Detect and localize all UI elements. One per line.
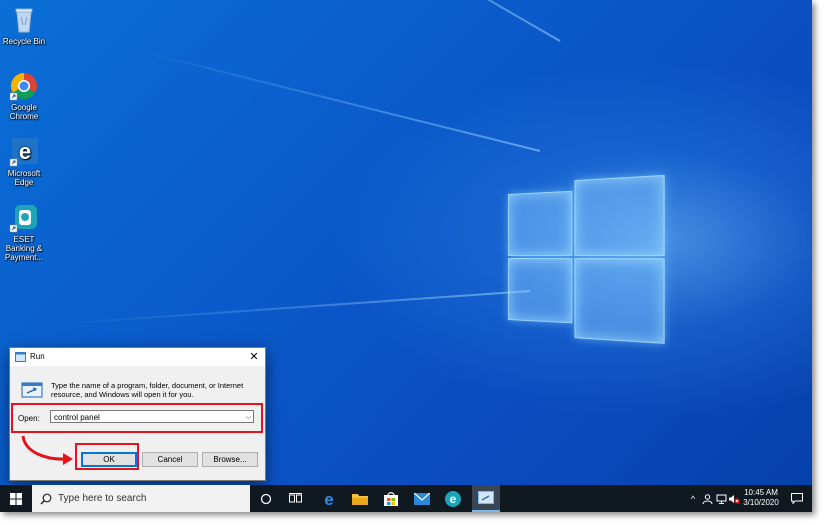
eset-banking-icon [9,203,39,233]
task-view-icon [288,493,302,503]
edge-icon: e [324,491,333,507]
chrome-icon [9,71,39,101]
taskbar-store[interactable] [378,485,404,512]
action-center-button[interactable] [786,485,808,512]
tray-clock[interactable]: 10:45 AM 3/10/2020 [740,488,782,508]
taskbar-edge[interactable]: e [316,485,342,512]
desktop-icon-eset-banking[interactable]: ESET Banking & Payment... [0,203,48,262]
volume-muted-icon [729,494,740,504]
file-explorer-icon [352,493,368,505]
desktop-icon-recycle-bin[interactable]: Recycle Bin [0,5,48,46]
run-dialog-titlebar[interactable]: Run ✕ [10,348,265,366]
taskbar-mail[interactable] [409,485,435,512]
desktop-icon-label: Recycle Bin [2,37,46,46]
cortana-circle-icon [260,493,272,504]
desktop-icon-microsoft-edge[interactable]: e Microsoft Edge [0,137,48,187]
search-placeholder: Type here to search [58,493,147,504]
cancel-button[interactable]: Cancel [142,452,198,467]
task-view-button[interactable] [283,485,307,512]
recycle-bin-icon [9,5,39,35]
logo-pane [508,190,573,256]
wallpaper-windows-logo [508,171,665,344]
logo-pane [508,258,573,324]
logo-pane [574,258,665,344]
network-icon [716,494,726,504]
clock-time: 10:45 AM [744,488,778,497]
windows-start-icon [10,492,22,505]
tray-show-hidden[interactable]: ^ [686,485,700,512]
logo-pane [574,174,665,256]
desktop-icon-google-chrome[interactable]: Google Chrome [0,71,48,121]
desktop-icon-label: ESET Banking & Payment... [4,235,44,262]
highlight-open-field [11,403,263,433]
annotation-arrow [21,435,73,465]
desktop-screen: Recycle Bin Google Chrome e Microsoft Ed… [0,0,812,512]
taskbar-file-explorer[interactable] [347,485,373,512]
store-icon [384,491,398,506]
svg-text:e: e [324,491,333,507]
taskbar-search-box[interactable]: Type here to search [32,485,250,512]
desktop-icon-label: Google Chrome [9,103,39,121]
eset-icon: e [445,490,461,507]
search-icon [40,493,52,505]
cortana-button[interactable] [254,485,278,512]
edge-icon: e [9,137,39,167]
run-icon [21,381,43,404]
tray-volume[interactable] [727,485,741,512]
mail-icon [414,492,430,505]
tray-people[interactable] [700,485,714,512]
notification-icon [791,493,803,504]
svg-text:e: e [19,139,31,164]
browse-button[interactable]: Browse... [202,452,258,467]
run-dialog-title: Run [30,352,45,361]
taskbar-eset[interactable]: e [440,485,466,512]
close-icon[interactable]: ✕ [247,350,261,364]
run-title-icon [15,352,26,364]
svg-text:e: e [450,492,457,506]
clock-date: 3/10/2020 [743,498,779,507]
taskbar: Type here to search e e ^ 10:45 AM 3/10/… [0,485,812,512]
tray-network[interactable] [714,485,728,512]
run-dialog-description: Type the name of a program, folder, docu… [51,381,244,399]
taskbar-run[interactable] [472,485,500,512]
start-button[interactable] [0,485,32,512]
wallpaper-beam [247,0,561,42]
run-icon [478,491,494,504]
people-icon [702,493,712,504]
desktop-icon-label: Microsoft Edge [7,169,41,187]
